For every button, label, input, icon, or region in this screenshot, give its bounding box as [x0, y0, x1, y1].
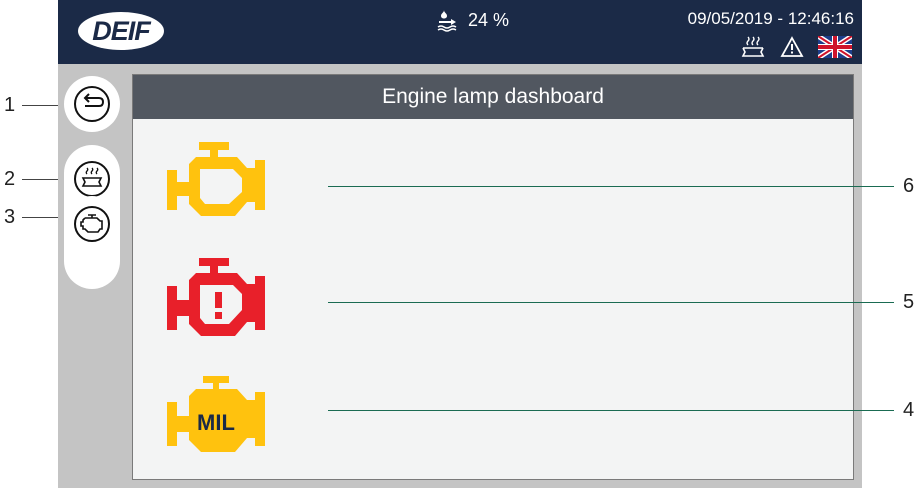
mil-text: MIL: [197, 410, 235, 435]
callout-1: 1: [4, 94, 16, 116]
callout-2: 2: [4, 168, 16, 190]
status-icons: [740, 36, 852, 58]
back-button[interactable]: [64, 76, 120, 132]
panel-title: Engine lamp dashboard: [133, 75, 853, 119]
callout-5: 5: [903, 291, 915, 313]
fuel-level: 24 %: [436, 8, 509, 32]
logo-text: DEIF: [92, 15, 151, 46]
engine-check-icon: [167, 142, 265, 216]
glow-plug-icon: [74, 161, 110, 197]
uk-flag-icon[interactable]: [818, 36, 852, 58]
warning-icon[interactable]: [780, 36, 804, 58]
callout-6: 6: [903, 175, 915, 197]
deif-logo: DEIF: [78, 12, 164, 50]
callout-line-4: [328, 410, 894, 411]
engine-mil-icon: MIL: [167, 376, 265, 452]
fuel-level-value: 24 %: [468, 9, 510, 30]
top-status-bar: DEIF 24 % 09/05/2019 - 12:46:16: [58, 0, 862, 64]
engine-icon: [74, 206, 110, 242]
callout-4: 4: [903, 399, 915, 421]
device-screen: DEIF 24 % 09/05/2019 - 12:46:16 Engine l…: [58, 0, 862, 488]
engine-warning-icon: [167, 258, 265, 336]
callout-line-5: [328, 302, 894, 303]
engine-lamp-button[interactable]: [64, 196, 120, 252]
engine-lamp-panel: Engine lamp dashboard MIL: [132, 74, 854, 480]
date-time: 09/05/2019 - 12:46:16: [687, 9, 854, 28]
fuel-icon: [437, 10, 457, 32]
back-arrow-icon: [74, 86, 110, 122]
callout-line-6: [328, 186, 894, 187]
glow-plug-icon: [741, 36, 765, 57]
callout-3: 3: [4, 206, 16, 228]
